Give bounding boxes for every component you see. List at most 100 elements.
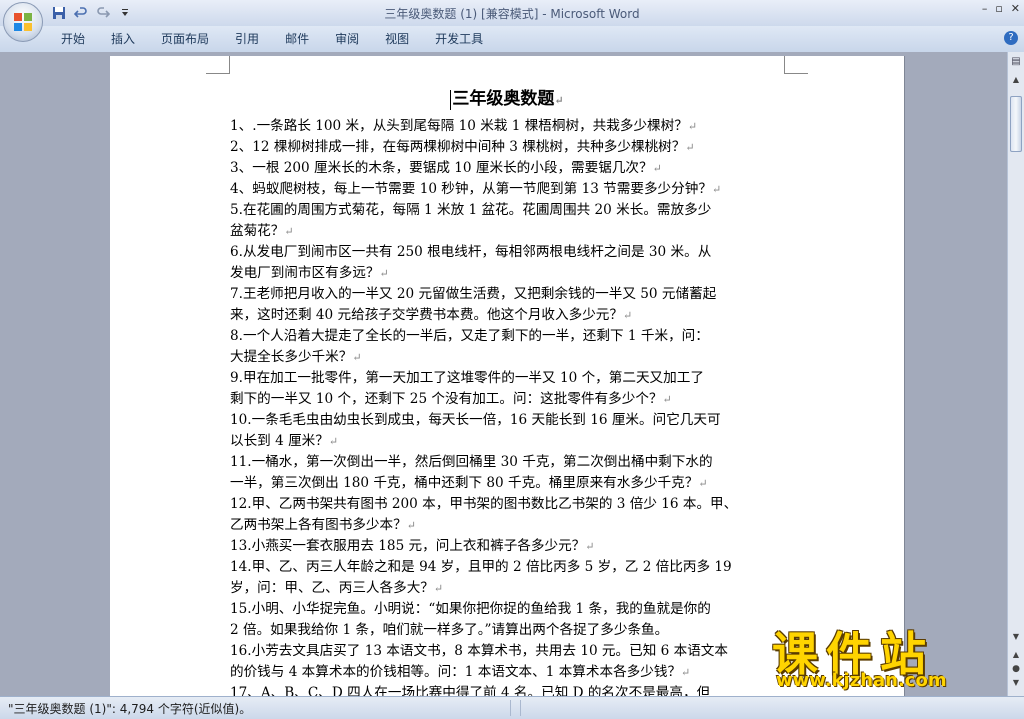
document-line: 16.小芳去文具店买了 13 本语文书，8 本算术书，共用去 10 元。已知 6… bbox=[230, 641, 786, 662]
next-page-icon[interactable]: ▼ bbox=[1010, 678, 1022, 690]
document-line-text: 剩下的一半又 10 个，还剩下 25 个没有加工。问：这批零件有多少个？ bbox=[230, 391, 663, 407]
close-button[interactable]: ✕ bbox=[1011, 2, 1020, 15]
office-button[interactable] bbox=[3, 2, 43, 42]
document-line: 4、蚂蚁爬树枝，每上一节需要 10 秒钟，从第一节爬到第 13 节需要多少分钟？… bbox=[230, 179, 786, 200]
document-line: 12.甲、乙两书架共有图书 200 本，甲书架的图书数比乙书架的 3 倍少 16… bbox=[230, 494, 786, 515]
document-line: 以长到 4 厘米？↵ bbox=[230, 431, 786, 452]
title-bar: 三年级奥数题 (1) [兼容模式] - Microsoft Word – ▫ ✕ bbox=[0, 0, 1024, 26]
document-line-text: 5.在花圃的周围方式菊花，每隔 1 米放 1 盆花。花圃周围共 20 米长。需放… bbox=[230, 202, 712, 218]
restore-button[interactable]: ▫ bbox=[995, 2, 1002, 15]
document-line-text: 11.一桶水，第一次倒出一半，然后倒回桶里 30 千克，第二次倒出桶中剩下水的 bbox=[230, 454, 713, 470]
ribbon-tabs: 开始 插入 页面布局 引用 邮件 审阅 视图 开发工具 bbox=[48, 31, 496, 47]
paragraph-mark: ↵ bbox=[433, 582, 444, 595]
document-line-text: 13.小燕买一套衣服用去 185 元，问上衣和裤子各多少元？ bbox=[230, 538, 586, 554]
document-line: 剩下的一半又 10 个，还剩下 25 个没有加工。问：这批零件有多少个？↵ bbox=[230, 389, 786, 410]
tab-insert[interactable]: 插入 bbox=[98, 31, 148, 47]
document-line-text: 大提全长多少千米？ bbox=[230, 349, 353, 365]
document-line: 3、一根 200 厘米长的木条，要锯成 10 厘米长的小段，需要锯几次？↵ bbox=[230, 158, 786, 179]
paragraph-mark: ↵ bbox=[554, 94, 564, 107]
page-margin-corner-right bbox=[784, 56, 808, 74]
minimize-button[interactable]: – bbox=[982, 2, 988, 15]
document-line-text: 12.甲、乙两书架共有图书 200 本，甲书架的图书数比乙书架的 3 倍少 16… bbox=[230, 496, 738, 512]
document-line: 11.一桶水，第一次倒出一半，然后倒回桶里 30 千克，第二次倒出桶中剩下水的 bbox=[230, 452, 786, 473]
vertical-scrollbar[interactable]: ▤ ▲ ▼ ▲ ● ▼ bbox=[1007, 52, 1024, 696]
tab-home[interactable]: 开始 bbox=[48, 31, 98, 47]
document-line: 一半，第三次倒出 180 千克，桶中还剩下 80 千克。桶里原来有水多少千克？↵ bbox=[230, 473, 786, 494]
paragraph-mark: ↵ bbox=[662, 393, 672, 406]
window-controls: – ▫ ✕ bbox=[982, 2, 1020, 15]
tab-mailings[interactable]: 邮件 bbox=[272, 31, 322, 47]
document-line-text: 乙两书架上各有图书多少本？ bbox=[230, 517, 407, 533]
document-line: 的价钱与 4 本算术本的价钱相等。问：1 本语文本、1 本算术本各多少钱？↵ bbox=[230, 662, 786, 683]
document-line-text: 2 倍。如果我给你 1 条，咱们就一样多了。”请算出两个各捉了多少条鱼。 bbox=[230, 622, 669, 638]
document-line-text: 16.小芳去文具店买了 13 本语文书，8 本算术书，共用去 10 元。已知 6… bbox=[230, 643, 728, 659]
document-line-text: 1、.一条路长 100 米，从头到尾每隔 10 米栽 1 棵梧桐树，共栽多少棵树… bbox=[230, 118, 688, 134]
scroll-down-icon[interactable]: ▼ bbox=[1010, 632, 1022, 644]
document-line-text: 14.甲、乙、丙三人年龄之和是 94 岁，且甲的 2 倍比丙多 5 岁，乙 2 … bbox=[230, 559, 732, 575]
watermark-url: www.kjzhan.com bbox=[776, 670, 947, 691]
document-line-text: 8.一个人沿着大提走了全长的一半后，又走了剩下的一半，还剩下 1 千米，问： bbox=[230, 328, 709, 344]
document-line-text: 4、蚂蚁爬树枝，每上一节需要 10 秒钟，从第一节爬到第 13 节需要多少分钟？ bbox=[230, 181, 712, 197]
document-line: 8.一个人沿着大提走了全长的一半后，又走了剩下的一半，还剩下 1 千米，问： bbox=[230, 326, 786, 347]
paragraph-mark: ↵ bbox=[687, 120, 698, 133]
document-line: 6.从发电厂到闹市区一共有 250 根电线杆，每相邻两根电线杆之间是 30 米。… bbox=[230, 242, 786, 263]
office-logo-icon bbox=[14, 13, 32, 31]
paragraph-mark: ↵ bbox=[379, 267, 389, 280]
document-line: 5.在花圃的周围方式菊花，每隔 1 米放 1 盆花。花圃周围共 20 米长。需放… bbox=[230, 200, 786, 221]
tab-view[interactable]: 视图 bbox=[372, 31, 422, 47]
paragraph-mark: ↵ bbox=[711, 183, 722, 196]
scroll-up-icon[interactable]: ▲ bbox=[1010, 74, 1022, 86]
document-line-text: 3、一根 200 厘米长的木条，要锯成 10 厘米长的小段，需要锯几次？ bbox=[230, 160, 653, 176]
document-line: 15.小明、小华捉完鱼。小明说：“如果你把你捉的鱼给我 1 条，我的鱼就是你的 bbox=[230, 599, 786, 620]
document-line-text: 来，这时还剩 40 元给孩子交学费书本费。他这个月收入多少元？ bbox=[230, 307, 623, 323]
document-line: 大提全长多少千米？↵ bbox=[230, 347, 786, 368]
tab-review[interactable]: 审阅 bbox=[322, 31, 372, 47]
document-line-text: 的价钱与 4 本算术本的价钱相等。问：1 本语文本、1 本算术本各多少钱？ bbox=[230, 664, 682, 680]
document-line: 盆菊花？↵ bbox=[230, 221, 786, 242]
status-bar: "三年级奥数题 (1)": 4,794 个字符(近似值)。 bbox=[0, 696, 1024, 719]
document-line: 发电厂到闹市区有多远？↵ bbox=[230, 263, 786, 284]
paragraph-mark: ↵ bbox=[698, 477, 708, 490]
paragraph-mark: ↵ bbox=[652, 162, 662, 175]
document-line: 来，这时还剩 40 元给孩子交学费书本费。他这个月收入多少元？↵ bbox=[230, 305, 786, 326]
paragraph-mark: ↵ bbox=[681, 666, 691, 679]
document-line-text: 7.王老师把月收入的一半又 20 元留做生活费，又把剩余钱的一半又 50 元储蓄… bbox=[230, 286, 717, 302]
scroll-thumb[interactable] bbox=[1010, 96, 1022, 152]
document-line: 2 倍。如果我给你 1 条，咱们就一样多了。”请算出两个各捉了多少条鱼。 bbox=[230, 620, 786, 641]
document-line: 13.小燕买一套衣服用去 185 元，问上衣和裤子各多少元？↵ bbox=[230, 536, 786, 557]
document-line-text: 15.小明、小华捉完鱼。小明说：“如果你把你捉的鱼给我 1 条，我的鱼就是你的 bbox=[230, 601, 711, 617]
document-line-text: 2、12 棵柳树排成一排，在每两棵柳树中间种 3 棵桃树，共种多少棵桃树？ bbox=[230, 139, 686, 155]
document-line-text: 一半，第三次倒出 180 千克，桶中还剩下 80 千克。桶里原来有水多少千克？ bbox=[230, 475, 699, 491]
paragraph-mark: ↵ bbox=[406, 519, 416, 532]
paragraph-mark: ↵ bbox=[585, 540, 595, 553]
tab-references[interactable]: 引用 bbox=[222, 31, 272, 47]
document-page[interactable]: 三年级奥数题↵ 1、.一条路长 100 米，从头到尾每隔 10 米栽 1 棵梧桐… bbox=[110, 56, 904, 701]
document-line-text: 盆菊花？ bbox=[230, 223, 285, 239]
previous-page-icon[interactable]: ▲ bbox=[1010, 650, 1022, 662]
tab-developer[interactable]: 开发工具 bbox=[422, 31, 496, 47]
view-ruler-icon[interactable]: ▤ bbox=[1010, 56, 1022, 68]
document-line: 2、12 棵柳树排成一排，在每两棵柳树中间种 3 棵桃树，共种多少棵桃树？↵ bbox=[230, 137, 786, 158]
document-line: 乙两书架上各有图书多少本？↵ bbox=[230, 515, 786, 536]
document-title: 三年级奥数题↵ bbox=[110, 84, 904, 110]
help-icon[interactable]: ? bbox=[1004, 31, 1018, 45]
document-line: 岁，问：甲、乙、丙三人各多大？↵ bbox=[230, 578, 786, 599]
paragraph-mark: ↵ bbox=[328, 435, 339, 448]
document-line: 1、.一条路长 100 米，从头到尾每隔 10 米栽 1 棵梧桐树，共栽多少棵树… bbox=[230, 116, 786, 137]
document-line: 10.一条毛毛虫由幼虫长到成虫，每天长一倍，16 天能长到 16 厘米。问它几天… bbox=[230, 410, 786, 431]
status-text: "三年级奥数题 (1)": 4,794 个字符(近似值)。 bbox=[8, 702, 252, 716]
document-line: 14.甲、乙、丙三人年龄之和是 94 岁，且甲的 2 倍比丙多 5 岁，乙 2 … bbox=[230, 557, 786, 578]
paragraph-mark: ↵ bbox=[685, 141, 695, 154]
paragraph-list: 1、.一条路长 100 米，从头到尾每隔 10 米栽 1 棵梧桐树，共栽多少棵树… bbox=[230, 116, 786, 704]
document-line-text: 发电厂到闹市区有多远？ bbox=[230, 265, 380, 281]
page-margin-corner-left bbox=[206, 56, 230, 74]
tab-page-layout[interactable]: 页面布局 bbox=[148, 31, 222, 47]
ribbon: 开始 插入 页面布局 引用 邮件 审阅 视图 开发工具 ? bbox=[0, 26, 1024, 53]
document-line-text: 9.甲在加工一批零件，第一天加工了这堆零件的一半又 10 个，第二天又加工了 bbox=[230, 370, 704, 386]
status-separator bbox=[510, 700, 511, 716]
document-line-text: 以长到 4 厘米？ bbox=[230, 433, 329, 449]
paragraph-mark: ↵ bbox=[622, 309, 633, 322]
select-browse-object-icon[interactable]: ● bbox=[1010, 664, 1022, 676]
window-title: 三年级奥数题 (1) [兼容模式] - Microsoft Word bbox=[384, 7, 640, 21]
document-line-text: 岁，问：甲、乙、丙三人各多大？ bbox=[230, 580, 434, 596]
